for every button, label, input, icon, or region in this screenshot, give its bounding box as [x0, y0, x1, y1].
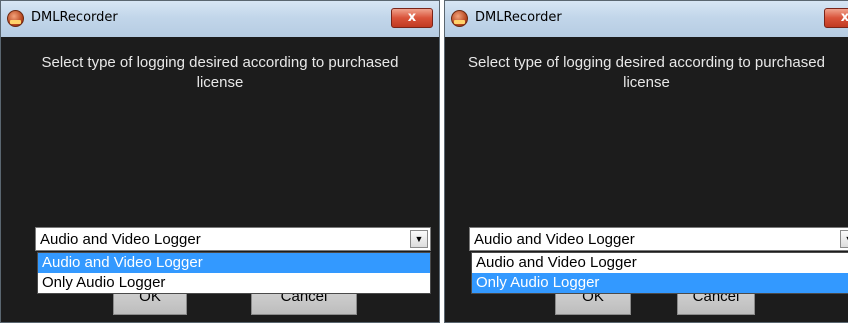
- window-title: DMLRecorder: [475, 10, 562, 25]
- prompt-text: Select type of logging desired according…: [41, 54, 399, 91]
- app-icon: [7, 10, 24, 27]
- chevron-down-icon[interactable]: ▼: [410, 230, 428, 248]
- chevron-down-icon[interactable]: ▼: [840, 230, 848, 248]
- logging-type-select[interactable]: Audio and Video Logger ▼: [469, 227, 848, 251]
- dialog-window-right: DMLRecorder x Select type of logging des…: [444, 0, 848, 323]
- select-current-value: Audio and Video Logger: [40, 231, 201, 248]
- select-current-value: Audio and Video Logger: [474, 231, 635, 248]
- option-audio-video[interactable]: Audio and Video Logger: [472, 253, 848, 273]
- title-bar[interactable]: DMLRecorder x: [1, 1, 439, 37]
- title-bar[interactable]: DMLRecorder x: [445, 1, 848, 37]
- dropdown-list: Audio and Video Logger Only Audio Logger: [37, 252, 431, 294]
- window-title: DMLRecorder: [31, 10, 118, 25]
- prompt-text: Select type of logging desired according…: [468, 54, 825, 91]
- close-button[interactable]: x: [391, 8, 433, 28]
- option-audio-video[interactable]: Audio and Video Logger: [38, 253, 430, 273]
- logging-type-select[interactable]: Audio and Video Logger ▼: [35, 227, 431, 251]
- app-icon: [451, 10, 468, 27]
- option-audio-only[interactable]: Only Audio Logger: [38, 273, 430, 293]
- close-button[interactable]: x: [824, 8, 848, 28]
- option-audio-only[interactable]: Only Audio Logger: [472, 273, 848, 293]
- dialog-window-left: DMLRecorder x Select type of logging des…: [0, 0, 440, 323]
- dropdown-list: Audio and Video Logger Only Audio Logger: [471, 252, 848, 294]
